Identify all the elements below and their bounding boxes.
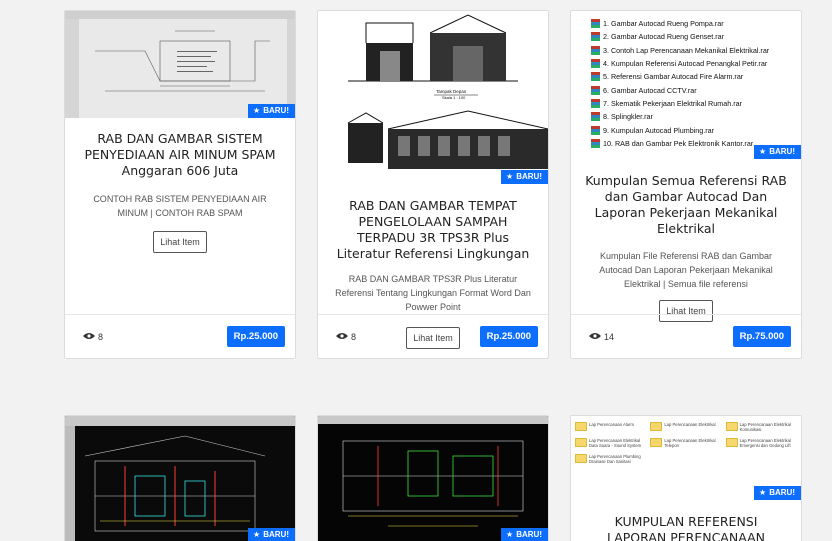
autocad-electrical-drawing-image bbox=[65, 416, 295, 541]
eye-icon bbox=[336, 332, 348, 342]
file-list-item: 7. Skematik Pekerjaan Elektrikal Rumah.r… bbox=[591, 97, 801, 110]
rar-file-icon bbox=[591, 45, 600, 55]
product-title[interactable]: RAB DAN GAMBAR TEMPAT PENGELOLAAN SAMPAH… bbox=[330, 198, 536, 262]
folder-item: Lap Perencanaan Plumbing Drainase Dan Sa… bbox=[575, 454, 646, 464]
new-badge: ★ BARU! bbox=[248, 528, 295, 541]
star-icon: ★ bbox=[253, 530, 261, 539]
rar-file-icon bbox=[591, 59, 600, 69]
folder-icon bbox=[575, 454, 587, 463]
product-description: Kumpulan File Referensi RAB dan Gambar A… bbox=[599, 251, 773, 289]
new-badge: ★ BARU! bbox=[501, 528, 548, 541]
file-list-item: 4. Kumpulan Referensi Autocad Penangkal … bbox=[591, 57, 801, 70]
rar-file-icon bbox=[591, 112, 600, 122]
view-count: 8 bbox=[336, 332, 356, 342]
folder-icon bbox=[725, 422, 738, 431]
file-list-item: 1. Gambar Autocad Rueng Pompa.rar bbox=[591, 17, 801, 30]
price-button[interactable]: Rp.25.000 bbox=[479, 326, 538, 347]
product-title[interactable]: RAB DAN GAMBAR SISTEM PENYEDIAAN AIR MIN… bbox=[77, 131, 283, 179]
svg-text:Skala 1 : 100: Skala 1 : 100 bbox=[442, 95, 466, 100]
folder-icon bbox=[650, 438, 663, 447]
file-list-image: 1. Gambar Autocad Rueng Pompa.rar 2. Gamb… bbox=[571, 11, 801, 150]
new-badge: ★ BARU! bbox=[754, 486, 801, 500]
star-icon: ★ bbox=[253, 106, 261, 115]
view-count: 14 bbox=[589, 332, 614, 342]
product-thumbnail[interactable]: ★ BARU! bbox=[318, 416, 548, 541]
product-thumbnail[interactable]: Lap Perencanaan Alarm Lap Perencanaan Ele… bbox=[571, 416, 801, 500]
product-title[interactable]: KUMPULAN REFERENSI LAPORAN PERENCANAAN bbox=[583, 514, 789, 541]
folder-icon bbox=[725, 438, 738, 447]
file-list-item: 9. Kumpulan Autocad Plumbing.rar bbox=[591, 123, 801, 136]
autocad-drawing-image bbox=[65, 11, 295, 118]
view-item-button[interactable]: Lihat Item bbox=[153, 231, 207, 253]
product-description: CONTOH RAB SISTEM PENYEDIAAN AIR MINUM |… bbox=[93, 194, 267, 218]
new-badge: ★ BARU! bbox=[248, 104, 295, 118]
building-elevation-image: Tampak Depan Skala 1 : 100 bbox=[318, 11, 548, 184]
product-thumbnail[interactable]: ★ BARU! bbox=[65, 11, 295, 118]
eye-icon bbox=[83, 332, 95, 342]
product-thumbnail[interactable]: 1. Gambar Autocad Rueng Pompa.rar 2. Gamb… bbox=[571, 11, 801, 159]
new-badge: ★ BARU! bbox=[501, 170, 548, 184]
folder-item: Lap Perencanaan Elektrikal Emergensi dan… bbox=[725, 438, 797, 448]
product-card[interactable]: 1. Gambar Autocad Rueng Pompa.rar 2. Gamb… bbox=[570, 10, 802, 359]
folder-item: Lap Perencanaan Elektrikal bbox=[650, 422, 721, 432]
file-list-item: 8. Splingkler.rar bbox=[591, 110, 801, 123]
star-icon: ★ bbox=[506, 530, 514, 539]
file-list-item: 6. Gambar Autocad CCTV.rar bbox=[591, 83, 801, 96]
price-button[interactable]: Rp.25.000 bbox=[226, 326, 285, 347]
folder-item: Lap Perencanaan Alarm bbox=[575, 422, 646, 432]
rar-file-icon bbox=[591, 138, 600, 148]
rar-file-icon bbox=[591, 72, 600, 82]
autocad-plan-drawing-image bbox=[318, 416, 548, 541]
star-icon: ★ bbox=[759, 488, 767, 497]
folder-item: Lap Perencanaan Elektrikal Komunikasi bbox=[725, 422, 797, 432]
new-badge: ★ BARU! bbox=[754, 145, 801, 159]
view-count: 8 bbox=[83, 332, 103, 342]
svg-text:Tampak Depan: Tampak Depan bbox=[436, 89, 467, 94]
product-card[interactable]: ★ BARU! bbox=[64, 415, 296, 541]
price-button[interactable]: Rp.75.000 bbox=[732, 326, 791, 347]
folder-icon bbox=[575, 422, 587, 431]
product-card[interactable]: ★ BARU! bbox=[317, 415, 549, 541]
product-card[interactable]: Tampak Depan Skala 1 : 100 ★ BARU! RAB DA… bbox=[317, 10, 549, 359]
rar-file-icon bbox=[591, 19, 600, 29]
product-thumbnail[interactable]: ★ BARU! bbox=[65, 416, 295, 541]
rar-file-icon bbox=[591, 98, 600, 108]
product-description: RAB DAN GAMBAR TPS3R Plus Literatur Refe… bbox=[335, 274, 531, 312]
folder-item: Lap Perencanaan Elektrikal Data Suara - … bbox=[575, 438, 646, 448]
folder-icon bbox=[575, 438, 587, 447]
file-list-item: 3. Contoh Lap Perencanaan Mekanikal Elek… bbox=[591, 44, 801, 57]
folder-list-image: Lap Perencanaan Alarm Lap Perencanaan Ele… bbox=[571, 416, 801, 464]
star-icon: ★ bbox=[759, 147, 767, 156]
star-icon: ★ bbox=[506, 172, 514, 181]
product-title[interactable]: Kumpulan Semua Referensi RAB dan Gambar … bbox=[583, 173, 789, 237]
product-card[interactable]: ★ BARU! RAB DAN GAMBAR SISTEM PENYEDIAAN … bbox=[64, 10, 296, 359]
rar-file-icon bbox=[591, 32, 600, 42]
rar-file-icon bbox=[591, 125, 600, 135]
file-list-item: 5. Referensi Gambar Autocad Fire Alarm.r… bbox=[591, 70, 801, 83]
folder-icon bbox=[650, 422, 663, 431]
rar-file-icon bbox=[591, 85, 600, 95]
folder-item: Lap Perencanaan Elektrikal Telepon bbox=[650, 438, 721, 448]
eye-icon bbox=[589, 332, 601, 342]
file-list-item: 2. Gambar Autocad Rueng Genset.rar bbox=[591, 30, 801, 43]
product-card[interactable]: Lap Perencanaan Alarm Lap Perencanaan Ele… bbox=[570, 415, 802, 541]
product-thumbnail[interactable]: Tampak Depan Skala 1 : 100 ★ BARU! bbox=[318, 11, 548, 184]
